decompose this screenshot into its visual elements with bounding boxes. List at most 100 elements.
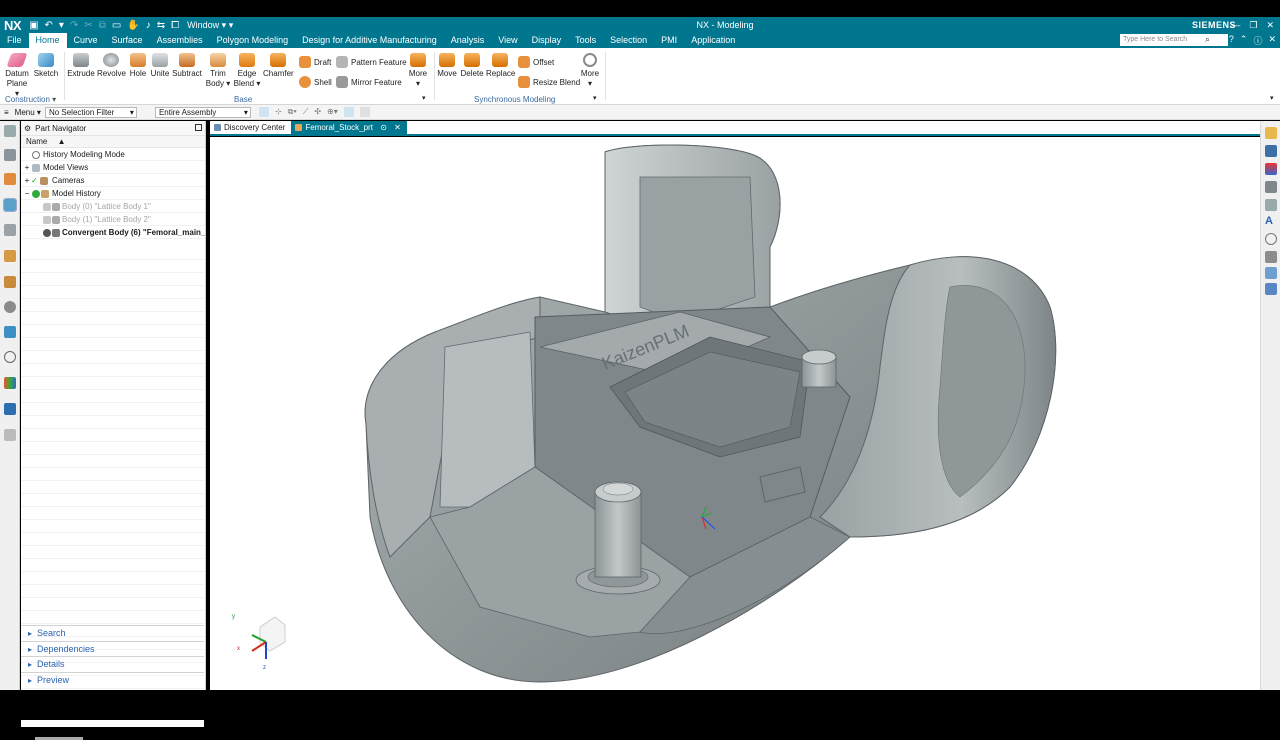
expand-icon[interactable]: + [23, 174, 31, 186]
base-group-dropdown[interactable]: ▾ [422, 94, 426, 102]
undo-icon[interactable]: ↶ [45, 20, 53, 31]
tab-display[interactable]: Display [525, 33, 569, 48]
tree-row-body-0[interactable]: Body (0) "Lattice Body 1" [21, 200, 205, 213]
mirror-feature-button[interactable]: Mirror Feature [336, 76, 402, 88]
section-search[interactable]: Search [21, 625, 204, 641]
view-select-icon[interactable] [359, 107, 370, 117]
tree-row-model-views[interactable]: + Model Views [21, 161, 205, 174]
system-materials-icon[interactable] [4, 326, 16, 338]
more-sync-button[interactable]: More ▾ [579, 53, 601, 89]
tab-view[interactable]: View [491, 33, 524, 48]
menu-button[interactable]: Menu ▾ [15, 108, 41, 117]
undo-dropdown-icon[interactable]: ▾ [59, 20, 64, 31]
collapse-icon[interactable]: − [23, 187, 31, 199]
subtract-button[interactable]: Subtract [172, 53, 202, 79]
clock-icon[interactable] [4, 351, 16, 363]
trim-body-button[interactable]: Trim Body ▾ [204, 53, 232, 89]
window-menu[interactable]: Window ▾ ▾ [187, 20, 233, 31]
tab-home[interactable]: Home [28, 33, 67, 48]
tree-row-convergent-body[interactable]: Convergent Body (6) "Femoral_main_b [21, 226, 205, 239]
fit-icon[interactable] [1265, 145, 1277, 157]
hd3d-tools-icon[interactable] [4, 250, 16, 262]
extrude-button[interactable]: Extrude [67, 53, 95, 79]
process-studio-icon[interactable] [4, 403, 16, 415]
graphics-window[interactable]: KaizenPLM y x z [210, 137, 1260, 690]
fullscreen-icon[interactable]: ⛶ [1217, 34, 1223, 47]
search-icon[interactable]: ⌕ [1205, 34, 1210, 45]
collapse-ribbon-icon[interactable]: ⌃ [1240, 34, 1248, 47]
tab-selection[interactable]: Selection [603, 33, 654, 48]
annotation-icon[interactable]: A [1265, 215, 1277, 227]
tab-femoral-stock[interactable]: Femoral_Stock_prt ⊙ ✕ [291, 121, 407, 134]
switch-window-icon[interactable]: ⇆ [157, 20, 165, 31]
tab-design-for-additive[interactable]: Design for Additive Manufacturing [295, 33, 444, 48]
microphone-icon[interactable]: ♪ [146, 20, 151, 31]
sync-group-dropdown[interactable]: ▾ [593, 94, 597, 102]
column-header-name[interactable]: Name ▲ [21, 136, 205, 148]
tree-row-cameras[interactable]: + ✓ Cameras [21, 174, 205, 187]
section-preview[interactable]: Preview [21, 671, 204, 687]
window-icon[interactable]: ⧠ [171, 20, 179, 31]
snap-icon[interactable]: ⊹ [275, 107, 282, 117]
menu-icon[interactable]: ⚙ [24, 124, 31, 133]
tab-discovery-center[interactable]: Discovery Center [210, 121, 291, 134]
select-icon[interactable] [258, 107, 269, 117]
tree-row-model-history[interactable]: − Model History [21, 187, 205, 200]
femoral-implant-model[interactable]: KaizenPLM [364, 144, 1057, 683]
ribbon-options-dropdown[interactable]: ▾ [1270, 94, 1274, 102]
layer-icon[interactable] [1265, 251, 1277, 263]
hole-button[interactable]: Hole [127, 53, 149, 79]
view-orient-icon[interactable] [1265, 127, 1277, 139]
repeat-command-icon[interactable]: ▭ [112, 20, 121, 31]
tab-assemblies[interactable]: Assemblies [150, 33, 210, 48]
pattern-feature-button[interactable]: Pattern Feature [336, 56, 407, 68]
part-navigator-icon[interactable] [3, 198, 17, 212]
roles-icon[interactable] [4, 377, 16, 389]
close-part-icon[interactable]: ✕ [1268, 34, 1276, 47]
tree-row-body-1[interactable]: Body (1) "Lattice Body 2" [21, 213, 205, 226]
expand-icon[interactable]: + [23, 161, 31, 173]
tab-application[interactable]: Application [684, 33, 742, 48]
touch-mode-icon[interactable]: ✋ [127, 20, 139, 31]
close-icon[interactable]: ✕ [394, 123, 401, 132]
tab-surface[interactable]: Surface [105, 33, 150, 48]
move-button[interactable]: Move [436, 53, 458, 79]
snap-view-icon[interactable] [1265, 267, 1277, 279]
filter-icon[interactable]: ⧉▾ [288, 107, 297, 117]
selection-scope-select[interactable]: Entire Assembly [154, 106, 251, 118]
tab-curve[interactable]: Curve [67, 33, 105, 48]
restore-icon[interactable]: ❐ [1249, 20, 1257, 31]
section-icon[interactable] [1265, 199, 1277, 211]
help-circle-icon[interactable]: ⓘ [1253, 34, 1262, 47]
close-icon[interactable]: ✕ [1266, 20, 1274, 31]
visibility-icon[interactable] [43, 216, 51, 224]
minimize-icon[interactable]: — [1231, 20, 1240, 31]
shell-button[interactable]: Shell [299, 76, 332, 88]
draft-button[interactable]: Draft [299, 56, 331, 68]
settings-icon[interactable] [4, 125, 16, 137]
grid-icon[interactable] [343, 107, 354, 117]
constraint-navigator-icon[interactable] [4, 173, 16, 185]
visibility-icon[interactable] [43, 229, 51, 237]
web-browser-icon[interactable] [4, 276, 16, 288]
copy-icon[interactable]: ⧉ [99, 20, 106, 31]
section-dependencies[interactable]: Dependencies [21, 640, 204, 656]
perspective-icon[interactable] [1265, 283, 1277, 295]
datum-plane-button[interactable]: Datum Plane ▾ [4, 53, 30, 99]
replace-button[interactable]: Replace [486, 53, 515, 79]
tab-file[interactable]: File [0, 33, 29, 48]
manufacturing-wizard-icon[interactable] [4, 429, 16, 441]
save-icon[interactable]: ▣ [29, 20, 38, 31]
sketch-button[interactable]: Sketch [33, 53, 59, 79]
chamfer-button[interactable]: Chamfer [263, 53, 294, 79]
snap-point-icon[interactable]: ⊕▾ [327, 107, 338, 117]
delete-button[interactable]: Delete [460, 53, 484, 79]
point-icon[interactable]: ✣ [314, 107, 321, 117]
revolve-button[interactable]: Revolve [97, 53, 126, 79]
maximize-icon[interactable] [195, 124, 202, 131]
offset-button[interactable]: Offset [518, 56, 554, 68]
reuse-library-icon[interactable] [4, 224, 16, 236]
tab-polygon-modeling[interactable]: Polygon Modeling [210, 33, 296, 48]
cut-icon[interactable]: ✂ [84, 20, 92, 31]
section-details[interactable]: Details [21, 656, 204, 672]
